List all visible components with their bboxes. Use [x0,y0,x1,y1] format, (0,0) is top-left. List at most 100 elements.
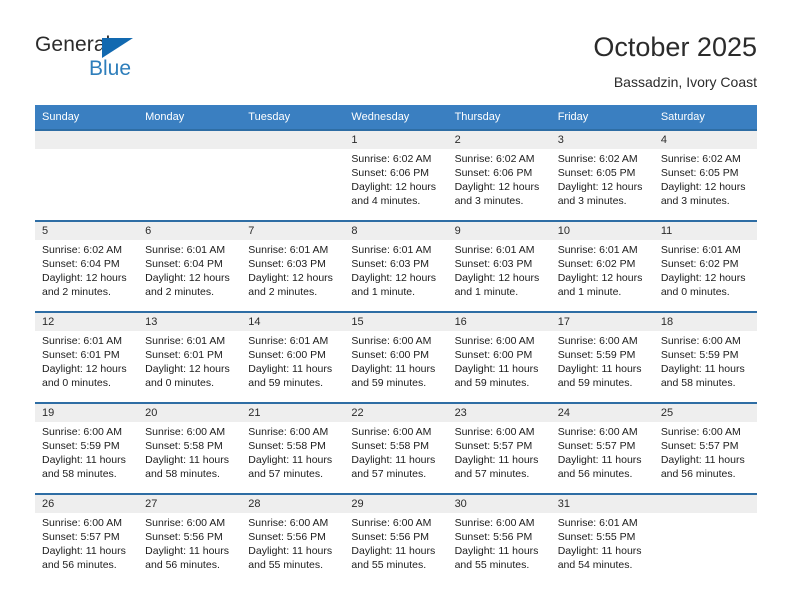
daylight-text-line1: Daylight: 11 hours [454,454,539,466]
day-details: Sunrise: 6:00 AM Sunset: 5:57 PM Daylight:… [653,422,757,493]
sunset-text: Sunset: 6:03 PM [454,258,533,270]
day-details: Sunrise: 6:00 AM Sunset: 5:58 PM Daylight:… [344,422,448,493]
day-details: Sunrise: 6:00 AM Sunset: 5:56 PM Daylight:… [344,513,448,584]
day-number [241,131,345,149]
calendar-day-cell[interactable]: 8 Sunrise: 6:01 AM Sunset: 6:03 PM Daylight… [344,220,448,312]
daylight-text-line2: and 58 minutes. [145,468,220,480]
day-number: 21 [241,404,345,422]
daylight-text-line1: Daylight: 12 hours [42,272,127,284]
weekday-header-thursday: Thursday [447,105,551,130]
sunset-text: Sunset: 5:59 PM [557,349,636,361]
day-number: 3 [550,131,654,149]
calendar-day-cell[interactable]: 6 Sunrise: 6:01 AM Sunset: 6:04 PM Daylight… [138,220,242,312]
daylight-text-line1: Daylight: 11 hours [557,363,642,375]
sunset-text: Sunset: 5:59 PM [42,440,120,452]
daylight-text-line1: Daylight: 11 hours [145,545,229,557]
daylight-text-line1: Daylight: 12 hours [557,272,643,284]
calendar-day-cell[interactable]: 1 Sunrise: 6:02 AM Sunset: 6:06 PM Daylight… [344,129,448,221]
calendar-day-cell-empty [138,129,242,221]
daylight-text-line1: Daylight: 11 hours [454,545,539,557]
daylight-text-line2: and 2 minutes. [248,286,318,298]
sunset-text: Sunset: 5:56 PM [351,531,430,543]
daylight-text-line1: Daylight: 12 hours [454,272,540,284]
sunrise-text: Sunrise: 6:01 AM [351,244,432,256]
daylight-text-line1: Daylight: 11 hours [145,454,229,466]
sunrise-text: Sunrise: 6:02 AM [351,153,432,165]
calendar-day-cell[interactable]: 29 Sunrise: 6:00 AM Sunset: 5:56 PM Dayligh… [344,493,448,584]
calendar-day-cell[interactable]: 24 Sunrise: 6:00 AM Sunset: 5:57 PM Dayligh… [550,402,654,494]
sunrise-text: Sunrise: 6:00 AM [42,426,122,438]
daylight-text-line2: and 56 minutes. [42,559,117,571]
day-number: 22 [344,404,448,422]
daylight-text-line1: Daylight: 11 hours [248,545,333,557]
sunrise-text: Sunrise: 6:01 AM [42,335,122,347]
sunrise-text: Sunrise: 6:01 AM [145,335,226,347]
calendar-day-cell[interactable]: 17 Sunrise: 6:00 AM Sunset: 5:59 PM Dayligh… [550,311,654,403]
blue-triangle-flag-icon [102,38,133,58]
calendar-day-cell[interactable]: 26 Sunrise: 6:00 AM Sunset: 5:57 PM Dayligh… [35,493,139,584]
sunrise-text: Sunrise: 6:01 AM [248,244,329,256]
day-number: 10 [550,222,654,240]
day-details [138,149,242,220]
daylight-text-line1: Daylight: 11 hours [351,363,436,375]
daylight-text-line2: and 2 minutes. [145,286,215,298]
calendar-day-cell[interactable]: 3 Sunrise: 6:02 AM Sunset: 6:05 PM Daylight… [550,129,654,221]
calendar-week-row: 12 Sunrise: 6:01 AM Sunset: 6:01 PM Dayligh… [35,311,757,403]
day-details: Sunrise: 6:02 AM Sunset: 6:06 PM Daylight:… [447,149,551,220]
calendar-day-cell[interactable]: 28 Sunrise: 6:00 AM Sunset: 5:56 PM Dayligh… [241,493,345,584]
sunset-text: Sunset: 6:01 PM [145,349,223,361]
daylight-text-line2: and 1 minute. [454,286,519,298]
sunrise-text: Sunrise: 6:00 AM [454,517,535,529]
calendar-day-cell[interactable]: 27 Sunrise: 6:00 AM Sunset: 5:56 PM Dayligh… [138,493,242,584]
calendar-day-cell[interactable]: 31 Sunrise: 6:01 AM Sunset: 5:55 PM Dayligh… [550,493,654,584]
calendar-day-cell[interactable]: 2 Sunrise: 6:02 AM Sunset: 6:06 PM Daylight… [447,129,551,221]
daylight-text-line2: and 55 minutes. [248,559,323,571]
sunrise-text: Sunrise: 6:01 AM [145,244,226,256]
sunset-text: Sunset: 5:55 PM [557,531,636,543]
calendar-day-cell[interactable]: 25 Sunrise: 6:00 AM Sunset: 5:57 PM Dayligh… [653,402,757,494]
day-details: Sunrise: 6:00 AM Sunset: 6:00 PM Daylight:… [447,331,551,402]
calendar-day-cell[interactable]: 19 Sunrise: 6:00 AM Sunset: 5:59 PM Dayligh… [35,402,139,494]
sunset-text: Sunset: 5:57 PM [660,440,739,452]
calendar-day-cell[interactable]: 22 Sunrise: 6:00 AM Sunset: 5:58 PM Dayligh… [344,402,448,494]
day-number: 8 [344,222,448,240]
sunrise-text: Sunrise: 6:00 AM [248,426,329,438]
calendar-day-cell[interactable]: 20 Sunrise: 6:00 AM Sunset: 5:58 PM Dayligh… [138,402,242,494]
calendar-day-cell[interactable]: 15 Sunrise: 6:00 AM Sunset: 6:00 PM Dayligh… [344,311,448,403]
sunrise-text: Sunrise: 6:00 AM [454,335,535,347]
calendar-day-cell[interactable]: 16 Sunrise: 6:00 AM Sunset: 6:00 PM Dayligh… [447,311,551,403]
day-details: Sunrise: 6:00 AM Sunset: 6:00 PM Daylight:… [344,331,448,402]
sunset-text: Sunset: 6:02 PM [557,258,636,270]
calendar-day-cell[interactable]: 12 Sunrise: 6:01 AM Sunset: 6:01 PM Dayligh… [35,311,139,403]
calendar-day-cell[interactable]: 5 Sunrise: 6:02 AM Sunset: 6:04 PM Daylight… [35,220,139,312]
sunrise-text: Sunrise: 6:01 AM [248,335,329,347]
calendar-day-cell[interactable]: 7 Sunrise: 6:01 AM Sunset: 6:03 PM Daylight… [241,220,345,312]
calendar-day-cell[interactable]: 13 Sunrise: 6:01 AM Sunset: 6:01 PM Dayligh… [138,311,242,403]
calendar-day-cell[interactable]: 10 Sunrise: 6:01 AM Sunset: 6:02 PM Dayligh… [550,220,654,312]
calendar-day-cell[interactable]: 30 Sunrise: 6:00 AM Sunset: 5:56 PM Dayligh… [447,493,551,584]
brand-logo[interactable]: General Blue [35,33,275,85]
calendar-day-cell[interactable]: 21 Sunrise: 6:00 AM Sunset: 5:58 PM Dayligh… [241,402,345,494]
sunset-text: Sunset: 5:56 PM [454,531,533,543]
daylight-text-line1: Daylight: 11 hours [557,545,642,557]
calendar-day-cell[interactable]: 18 Sunrise: 6:00 AM Sunset: 5:59 PM Dayligh… [653,311,757,403]
weekday-header-sunday: Sunday [35,105,139,130]
calendar-day-cell[interactable]: 9 Sunrise: 6:01 AM Sunset: 6:03 PM Daylight… [447,220,551,312]
day-details: Sunrise: 6:00 AM Sunset: 5:59 PM Daylight:… [35,422,139,493]
calendar-day-cell[interactable]: 11 Sunrise: 6:01 AM Sunset: 6:02 PM Dayligh… [653,220,757,312]
daylight-text-line1: Daylight: 11 hours [248,363,333,375]
day-details: Sunrise: 6:01 AM Sunset: 6:00 PM Daylight:… [241,331,345,402]
day-details: Sunrise: 6:00 AM Sunset: 5:57 PM Daylight:… [447,422,551,493]
sunrise-text: Sunrise: 6:00 AM [660,426,741,438]
daylight-text-line2: and 57 minutes. [248,468,323,480]
day-details: Sunrise: 6:00 AM Sunset: 5:59 PM Daylight:… [550,331,654,402]
calendar-day-cell[interactable]: 23 Sunrise: 6:00 AM Sunset: 5:57 PM Dayligh… [447,402,551,494]
day-number: 4 [653,131,757,149]
day-details: Sunrise: 6:00 AM Sunset: 5:56 PM Daylight:… [447,513,551,584]
day-details: Sunrise: 6:02 AM Sunset: 6:05 PM Daylight:… [550,149,654,220]
day-number: 15 [344,313,448,331]
sunset-text: Sunset: 6:03 PM [351,258,430,270]
calendar-day-cell[interactable]: 4 Sunrise: 6:02 AM Sunset: 6:05 PM Daylight… [653,129,757,221]
calendar-day-cell[interactable]: 14 Sunrise: 6:01 AM Sunset: 6:00 PM Dayligh… [241,311,345,403]
daylight-text-line2: and 1 minute. [557,286,622,298]
